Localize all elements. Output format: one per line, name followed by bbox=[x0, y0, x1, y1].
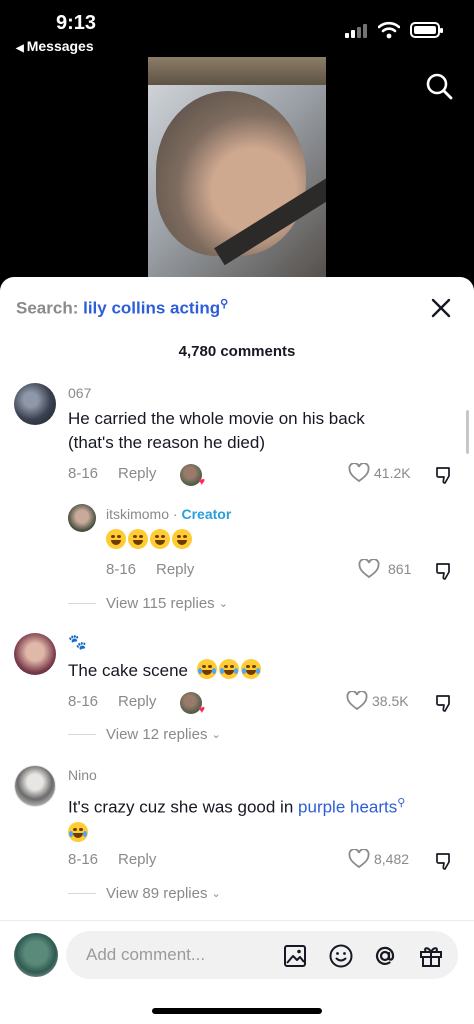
comment-text-content: The cake scene bbox=[68, 661, 189, 680]
reply-button[interactable]: Reply bbox=[118, 693, 156, 710]
paw-icon: 🐾 bbox=[68, 634, 87, 651]
close-icon[interactable] bbox=[430, 297, 452, 319]
dislike-icon[interactable] bbox=[434, 561, 454, 581]
like-count: 41.2K bbox=[374, 465, 411, 481]
reply-button[interactable]: Reply bbox=[118, 465, 156, 482]
view-replies-button[interactable]: View 12 replies ⌄ bbox=[68, 726, 221, 743]
search-link[interactable]: purple hearts bbox=[298, 798, 397, 817]
like-count: 38.5K bbox=[372, 693, 409, 709]
reply-username[interactable]: itskimomo bbox=[106, 506, 169, 522]
avatar[interactable] bbox=[14, 383, 56, 425]
avatar[interactable] bbox=[14, 633, 56, 675]
wifi-icon bbox=[378, 21, 400, 39]
like-button[interactable]: 41.2K bbox=[348, 463, 411, 483]
laughing-emoji-icon bbox=[172, 529, 192, 549]
comment-count: 4,780 comments bbox=[178, 343, 296, 360]
crying-emoji-icon bbox=[196, 659, 217, 679]
home-indicator[interactable] bbox=[152, 1008, 322, 1014]
back-to-messages[interactable]: ◀ Messages bbox=[16, 38, 94, 54]
like-button[interactable]: 38.5K bbox=[346, 691, 409, 711]
heart-outline-icon bbox=[346, 691, 368, 711]
comment-text: The cake scene bbox=[68, 659, 263, 683]
laughing-emoji-icon bbox=[68, 821, 88, 842]
view-replies-label: View 115 replies bbox=[106, 595, 215, 612]
add-comment-input[interactable] bbox=[66, 931, 458, 979]
dislike-icon[interactable] bbox=[434, 693, 454, 713]
laughing-emoji-icon bbox=[150, 529, 170, 549]
dislike-icon[interactable] bbox=[434, 465, 454, 485]
my-avatar[interactable] bbox=[14, 933, 58, 977]
like-count: 861 bbox=[388, 561, 412, 577]
like-count: 8,482 bbox=[374, 851, 410, 867]
comments-sheet: Search: lily collins acting⚲ 4,780 comme… bbox=[0, 277, 474, 1024]
reply-date: 8-16 bbox=[106, 561, 137, 578]
creator-avatar[interactable] bbox=[68, 504, 96, 532]
view-replies-button[interactable]: View 89 replies ⌄ bbox=[68, 885, 221, 902]
chevron-down-icon: ⌄ bbox=[211, 729, 221, 741]
comment-username[interactable]: 🐾 bbox=[68, 633, 87, 651]
view-replies-label: View 12 replies bbox=[106, 726, 208, 743]
heart-outline-icon bbox=[348, 463, 370, 483]
reply-button[interactable]: Reply bbox=[156, 561, 194, 578]
comment-date: 8-16 bbox=[68, 693, 99, 710]
reply-button[interactable]: Reply bbox=[118, 851, 156, 868]
gift-icon[interactable] bbox=[418, 943, 444, 969]
mention-icon[interactable] bbox=[372, 943, 398, 969]
view-replies-label: View 89 replies bbox=[106, 885, 208, 902]
comment-text-content: It's crazy cuz she was good in bbox=[68, 797, 294, 817]
liked-by-creator-badge: ♥ bbox=[180, 692, 205, 716]
chevron-down-icon: ⌄ bbox=[218, 598, 228, 610]
signal-icon bbox=[345, 24, 369, 38]
liked-by-creator-badge: ♥ bbox=[180, 464, 205, 488]
battery-icon bbox=[410, 22, 443, 38]
search-small-icon: ⚲ bbox=[397, 797, 406, 809]
laughing-emoji-icon bbox=[128, 529, 148, 549]
back-label: Messages bbox=[26, 38, 94, 54]
status-bar: 9:13 ◀ Messages bbox=[0, 0, 474, 60]
video-preview[interactable] bbox=[148, 57, 326, 277]
avatar[interactable] bbox=[14, 765, 56, 807]
view-replies-button[interactable]: View 115 replies ⌄ bbox=[68, 595, 228, 612]
back-triangle-icon: ◀ bbox=[16, 43, 24, 54]
search-prefix: Search: bbox=[16, 298, 79, 318]
creator-tag: Creator bbox=[181, 506, 232, 522]
comment-text-line: He carried the whole movie on his back bbox=[68, 409, 365, 428]
crying-emoji-icon bbox=[240, 659, 261, 679]
search-query-link[interactable]: lily collins acting bbox=[83, 299, 220, 318]
reply-username-row: itskimomo · Creator bbox=[106, 506, 232, 522]
comment-date: 8-16 bbox=[68, 851, 99, 868]
like-button[interactable]: 8,482 bbox=[348, 849, 409, 869]
reply-emoji-text bbox=[106, 529, 194, 553]
scroll-indicator[interactable] bbox=[466, 410, 469, 454]
emoji-icon[interactable] bbox=[328, 943, 354, 969]
comment-text: It's crazy cuz she was good in purple he… bbox=[68, 791, 460, 846]
status-time: 9:13 bbox=[56, 12, 97, 34]
search-suggestion[interactable]: Search: lily collins acting⚲ bbox=[16, 297, 228, 319]
comment-text-line: (that's the reason he died) bbox=[68, 433, 265, 452]
heart-badge-icon: ♥ bbox=[198, 476, 205, 488]
laughing-emoji-icon bbox=[106, 529, 126, 549]
image-icon[interactable] bbox=[282, 943, 308, 969]
heart-outline-icon bbox=[348, 849, 370, 869]
chevron-down-icon: ⌄ bbox=[211, 888, 221, 900]
heart-outline-icon bbox=[358, 559, 380, 579]
comment-username[interactable]: 067 bbox=[68, 385, 91, 401]
search-icon[interactable] bbox=[425, 72, 453, 100]
comment-date: 8-16 bbox=[68, 465, 99, 482]
like-button[interactable]: 861 bbox=[358, 559, 411, 579]
comment-text: He carried the whole movie on his back (… bbox=[68, 407, 448, 455]
search-small-icon: ⚲ bbox=[220, 298, 229, 310]
heart-badge-icon: ♥ bbox=[198, 704, 205, 716]
comment-username[interactable]: Nino bbox=[68, 767, 97, 783]
dislike-icon[interactable] bbox=[434, 851, 454, 871]
crying-emoji-icon bbox=[218, 659, 239, 679]
